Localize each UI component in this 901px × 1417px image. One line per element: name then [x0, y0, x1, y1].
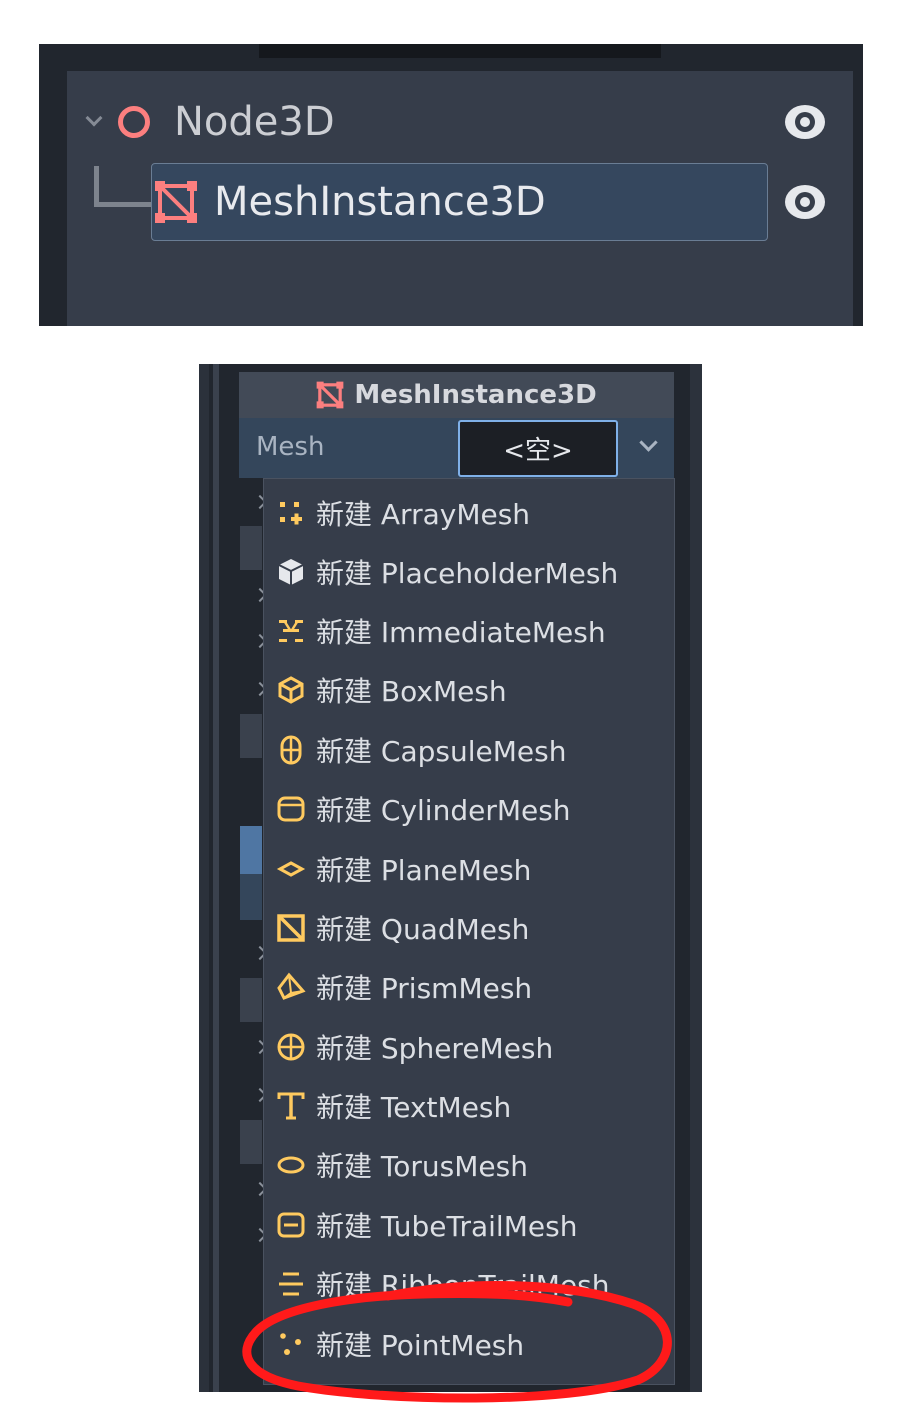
menu-item-label: 新建 ArrayMesh: [316, 497, 531, 531]
mesh-property-row: Mesh <空>: [239, 418, 674, 478]
menu-item-label: 新建 PrismMesh: [316, 971, 533, 1005]
menu-item-torusmesh[interactable]: 新建 TorusMesh: [264, 1135, 674, 1194]
mesh-property-label: Mesh: [256, 432, 325, 462]
menu-item-label: 新建 PlaceholderMesh: [316, 556, 619, 590]
eye-icon[interactable]: [782, 99, 828, 145]
scrollbar[interactable]: [690, 364, 702, 1392]
menu-item-textmesh[interactable]: 新建 TextMesh: [264, 1076, 674, 1135]
menu-item-immediatemesh[interactable]: 新建 ImmediateMesh: [264, 601, 674, 660]
background-row: [240, 978, 262, 1022]
immediatemesh-icon: [276, 616, 306, 646]
menu-item-label: 新建 SphereMesh: [316, 1031, 554, 1065]
tree-item-label: MeshInstance3D: [214, 179, 546, 225]
background-row: [240, 874, 262, 920]
cylindermesh-icon: [276, 794, 306, 824]
eye-icon[interactable]: [782, 179, 828, 225]
menu-item-label: 新建 QuadMesh: [316, 912, 530, 946]
tree-item-label: Node3D: [174, 99, 335, 145]
new-mesh-popup-menu: 新建 ArrayMesh 新建 PlaceholderMesh 新建 Immed…: [263, 478, 675, 1385]
menu-item-label: 新建 CapsuleMesh: [316, 734, 567, 768]
menu-item-label: 新建 TubeTrailMesh: [316, 1209, 578, 1243]
menu-item-label: 新建 TorusMesh: [316, 1149, 528, 1183]
chevron-down-icon[interactable]: [639, 433, 658, 452]
menu-item-label: 新建 PlaneMesh: [316, 853, 532, 887]
menu-item-boxmesh[interactable]: 新建 BoxMesh: [264, 660, 674, 719]
torusmesh-icon: [276, 1150, 306, 1180]
menu-item-arraymesh[interactable]: 新建 ArrayMesh: [264, 483, 674, 542]
tree-connector-line: [94, 166, 99, 206]
tree-connector-line: [94, 202, 154, 207]
menu-item-label: 新建 BoxMesh: [316, 674, 507, 708]
capsulemesh-icon: [276, 735, 306, 765]
node3d-circle-icon: [118, 106, 150, 138]
spheremesh-icon: [276, 1032, 306, 1062]
tubetrailmesh-icon: [276, 1210, 306, 1240]
planemesh-icon: [276, 854, 306, 884]
placeholdermesh-icon: [276, 557, 306, 587]
background-row: [240, 526, 262, 570]
menu-item-label: 新建 CylinderMesh: [316, 793, 571, 827]
menu-item-spheremesh[interactable]: 新建 SphereMesh: [264, 1017, 674, 1076]
tree-item-meshinstance3d[interactable]: MeshInstance3D: [151, 163, 768, 241]
background-row: [240, 1120, 262, 1164]
menu-item-label: 新建 ImmediateMesh: [316, 615, 606, 649]
meshinstance3d-icon: [155, 181, 197, 223]
chevron-down-icon[interactable]: [85, 109, 103, 127]
panel-edge: [213, 364, 219, 1392]
background-row: [240, 714, 262, 758]
menu-item-tubetrailmesh[interactable]: 新建 TubeTrailMesh: [264, 1195, 674, 1254]
quadmesh-icon: [276, 913, 306, 943]
scene-panel-top-bar: [259, 44, 661, 58]
menu-item-placeholdermesh[interactable]: 新建 PlaceholderMesh: [264, 542, 674, 601]
meshinstance3d-icon: [316, 381, 344, 409]
mesh-resource-picker[interactable]: <空>: [458, 420, 618, 477]
arraymesh-icon: [276, 498, 306, 528]
inspector-title: MeshInstance3D: [354, 380, 597, 410]
menu-item-capsulemesh[interactable]: 新建 CapsuleMesh: [264, 720, 674, 779]
menu-item-cylindermesh[interactable]: 新建 CylinderMesh: [264, 779, 674, 838]
prismmesh-icon: [276, 972, 306, 1002]
inspector-header: MeshInstance3D: [239, 372, 674, 418]
textmesh-icon: [276, 1091, 306, 1121]
menu-item-prismmesh[interactable]: 新建 PrismMesh: [264, 957, 674, 1016]
red-circle-annotation: [242, 1281, 672, 1403]
menu-item-quadmesh[interactable]: 新建 QuadMesh: [264, 898, 674, 957]
tree-item-node3d[interactable]: Node3D: [80, 98, 335, 146]
panel-edge: [199, 364, 209, 1392]
boxmesh-icon: [276, 675, 306, 705]
menu-item-label: 新建 TextMesh: [316, 1090, 512, 1124]
background-row: [240, 826, 262, 874]
menu-item-planemesh[interactable]: 新建 PlaneMesh: [264, 839, 674, 898]
